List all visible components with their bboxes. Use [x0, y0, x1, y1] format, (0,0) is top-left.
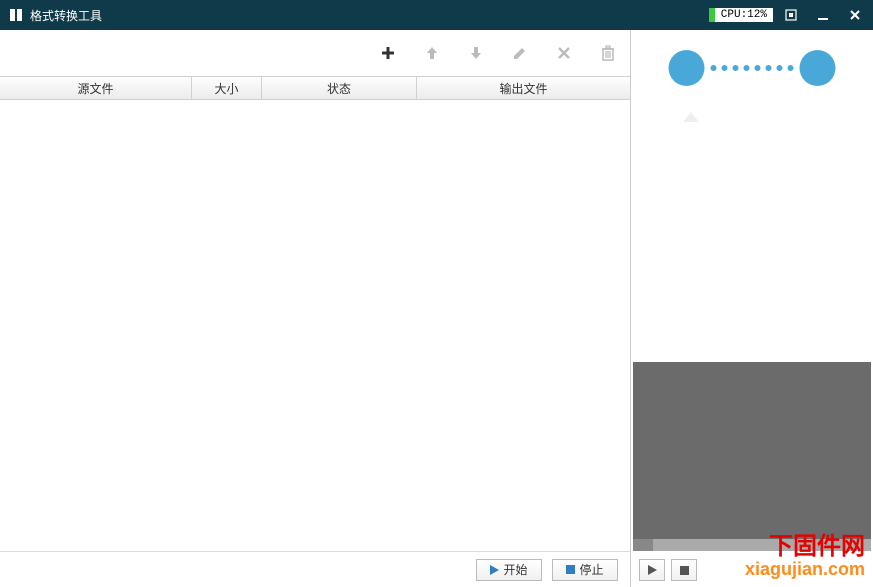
bottom-bar: 开始 停止: [0, 551, 630, 587]
restore-button[interactable]: [781, 5, 801, 25]
play-button[interactable]: [639, 559, 665, 581]
column-header-size[interactable]: 大小: [192, 77, 262, 99]
playback-bar: [631, 553, 873, 587]
minimize-button[interactable]: [813, 5, 833, 25]
dots-connector-icon: [711, 65, 794, 71]
toolbar: [0, 30, 630, 76]
titlebar: 格式转换工具 CPU:12%: [0, 0, 873, 30]
window-controls: [781, 5, 865, 25]
stop-label: 停止: [579, 561, 603, 578]
cpu-badge: CPU:12%: [709, 8, 773, 22]
conversion-graphic: [669, 50, 836, 86]
column-header-status[interactable]: 状态: [262, 77, 417, 99]
column-header-source[interactable]: 源文件: [0, 77, 192, 99]
move-up-button[interactable]: [422, 43, 442, 63]
conversion-preview-top: [631, 30, 873, 360]
app-icon: [8, 7, 24, 23]
start-button[interactable]: 开始: [476, 559, 542, 581]
source-circle-icon: [669, 50, 705, 86]
start-label: 开始: [503, 561, 527, 578]
target-circle-icon: [800, 50, 836, 86]
stop-playback-button[interactable]: [671, 559, 697, 581]
timeline-strip[interactable]: [633, 539, 871, 551]
pointer-triangle-icon: [683, 112, 699, 122]
video-preview: [633, 362, 871, 551]
right-panel: [631, 30, 873, 587]
clear-button[interactable]: [598, 43, 618, 63]
remove-button[interactable]: [554, 43, 574, 63]
stop-button[interactable]: 停止: [552, 559, 618, 581]
table-body: [0, 100, 630, 551]
app-title: 格式转换工具: [30, 7, 709, 24]
main-container: 源文件 大小 状态 输出文件 开始 停止: [0, 30, 873, 587]
left-panel: 源文件 大小 状态 输出文件 开始 停止: [0, 30, 631, 587]
close-button[interactable]: [845, 5, 865, 25]
move-down-button[interactable]: [466, 43, 486, 63]
add-button[interactable]: [378, 43, 398, 63]
table-header: 源文件 大小 状态 输出文件: [0, 76, 630, 100]
edit-button[interactable]: [510, 43, 530, 63]
column-header-output[interactable]: 输出文件: [417, 77, 630, 99]
